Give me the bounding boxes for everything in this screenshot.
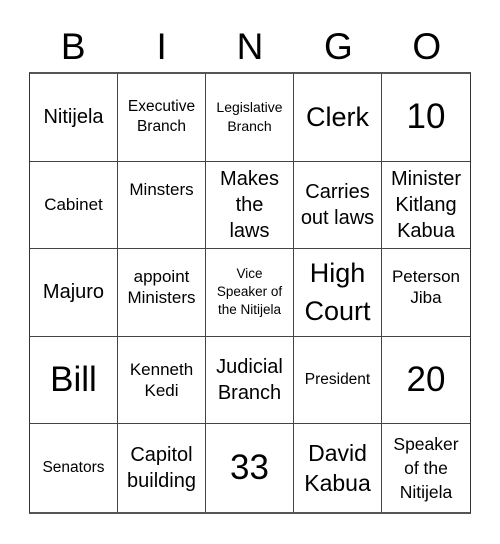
header-letter-b: B	[60, 26, 86, 67]
cell-text: Makes the laws	[220, 167, 279, 242]
bingo-cell[interactable]: President	[294, 336, 382, 425]
bingo-cell[interactable]: 20	[382, 337, 470, 425]
cell-text: Peterson Jiba	[391, 267, 461, 308]
cell-text: Vice Speaker of the Nitijela	[216, 266, 283, 318]
cell-text: 20	[406, 360, 446, 400]
bingo-cell[interactable]: Speaker of the Nitijela	[382, 424, 470, 512]
bingo-cell[interactable]: Minsters	[118, 161, 206, 250]
cell-text: Cabinet	[44, 195, 103, 215]
cell-text: High Court	[304, 258, 371, 327]
bingo-header: B I N G O	[29, 22, 471, 72]
bingo-cell[interactable]: Minister Kitlang Kabua	[382, 162, 470, 250]
header-letter-o: O	[412, 26, 442, 67]
bingo-cell[interactable]: Judicial Branch	[206, 336, 294, 425]
bingo-cell[interactable]: Executive Branch	[118, 74, 206, 162]
cell-text: Clerk	[305, 102, 369, 133]
bingo-cell[interactable]: Cabinet	[30, 161, 118, 250]
bingo-cell[interactable]: Peterson Jiba	[382, 249, 470, 337]
cell-text: Executive Branch	[127, 98, 196, 136]
cell-text: President	[304, 371, 371, 389]
cell-text: Majuro	[42, 281, 105, 304]
bingo-cell[interactable]: 10	[382, 74, 470, 162]
bingo-card-grid: Nitijela Executive Branch Legislative Br…	[29, 72, 471, 514]
cell-text: Legislative Branch	[216, 99, 283, 135]
bingo-cell[interactable]: Majuro	[30, 249, 118, 337]
cell-text: Minister Kitlang Kabua	[390, 167, 461, 242]
cell-text: Judicial Branch	[216, 356, 283, 405]
cell-text: Bill	[50, 360, 97, 400]
bingo-cell[interactable]: Legislative Branch	[206, 74, 294, 162]
cell-text: Speaker of the Nitijela	[393, 434, 459, 503]
bingo-cell[interactable]: appoint Ministers	[118, 249, 206, 337]
cell-text: appoint Ministers	[127, 267, 196, 308]
cell-text: Kenneth Kedi	[129, 360, 194, 401]
cell-text: 33	[230, 448, 269, 488]
cell-text: Capitol building	[127, 444, 196, 493]
bingo-cell[interactable]: Capitol building	[118, 424, 206, 512]
header-letter-i: I	[156, 26, 167, 67]
bingo-cell[interactable]: 33	[206, 424, 294, 512]
bingo-cell[interactable]: High Court	[294, 249, 382, 337]
bingo-cell[interactable]: Bill	[30, 336, 118, 425]
cell-text: Minsters	[129, 180, 194, 200]
bingo-cell[interactable]: Clerk	[294, 74, 382, 162]
bingo-cell[interactable]: Kenneth Kedi	[118, 336, 206, 425]
bingo-cell[interactable]: Carries out laws	[294, 161, 382, 250]
cell-text: Carries out laws	[300, 180, 375, 229]
header-letter-g: G	[323, 26, 353, 67]
bingo-cell[interactable]: Vice Speaker of the Nitijela	[206, 249, 294, 337]
bingo-cell[interactable]: Nitijela	[30, 74, 118, 162]
cell-text: 10	[406, 97, 446, 137]
bingo-cell[interactable]: Senators	[30, 424, 118, 512]
header-letter-n: N	[236, 26, 264, 67]
bingo-cell[interactable]: Makes the laws	[206, 161, 294, 250]
cell-text: Nitijela	[43, 106, 104, 129]
cell-text: David Kabua	[304, 440, 371, 497]
cell-text: Senators	[42, 459, 105, 477]
bingo-cell[interactable]: David Kabua	[294, 424, 382, 512]
